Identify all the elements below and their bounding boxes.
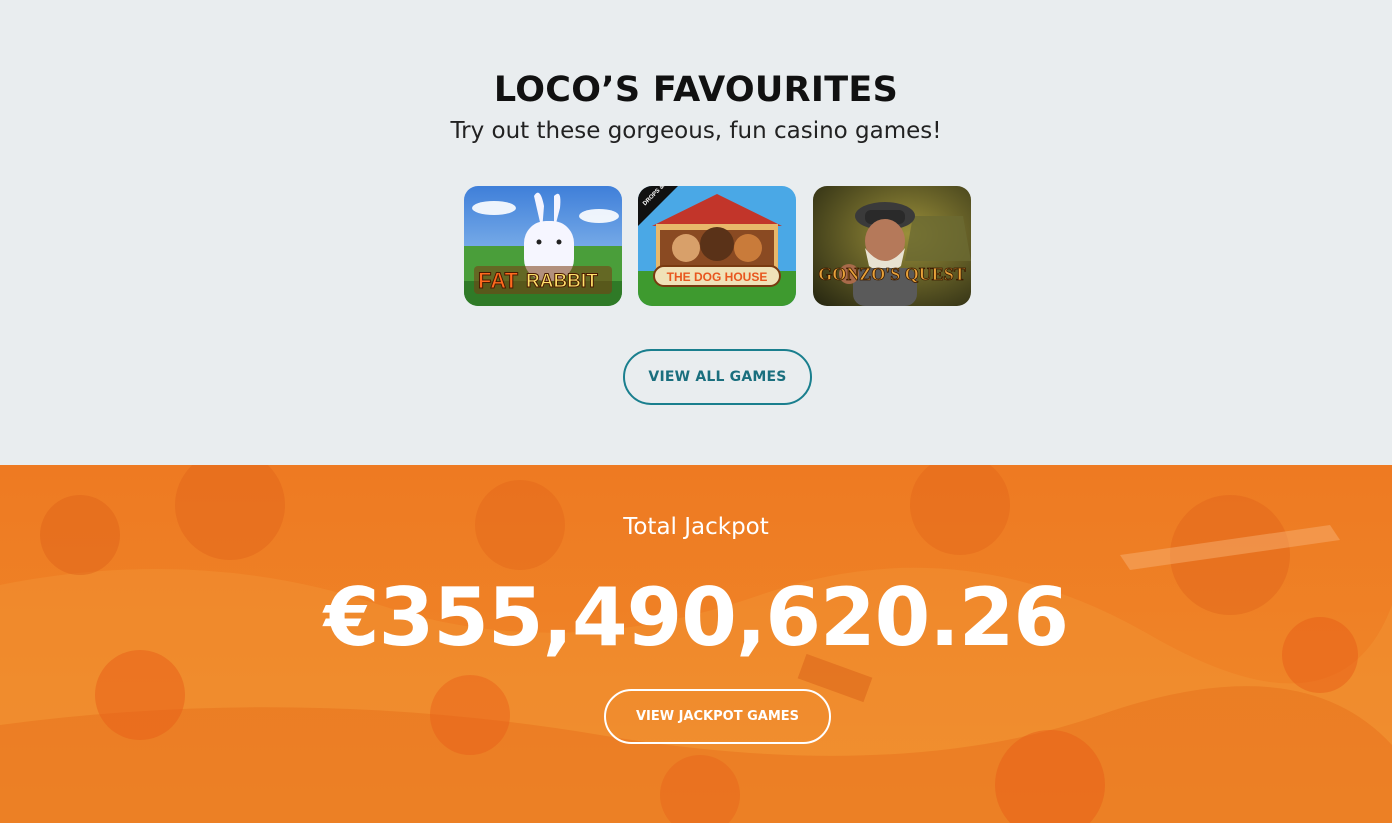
view-all-games-button[interactable]: VIEW ALL GAMES bbox=[623, 349, 812, 405]
game-tile-fat-rabbit[interactable]: FAT RABBIT bbox=[464, 186, 622, 306]
svg-text:FAT: FAT bbox=[478, 268, 518, 293]
fat-rabbit-thumbnail: FAT RABBIT bbox=[464, 186, 622, 306]
game-tile-gonzos-quest[interactable]: GONZO'S QUEST bbox=[813, 186, 971, 306]
favourites-subtitle: Try out these gorgeous, fun casino games… bbox=[450, 118, 942, 144]
favourites-title: LOCO’S FAVOURITES bbox=[493, 70, 899, 110]
jackpot-label: Total Jackpot bbox=[623, 514, 769, 540]
favourites-section: LOCO’S FAVOURITES Try out these gorgeous… bbox=[0, 0, 1392, 465]
svg-text:THE DOG HOUSE: THE DOG HOUSE bbox=[667, 270, 768, 284]
dog-house-thumbnail: DROPS & WINS THE DOG HOUSE bbox=[638, 186, 796, 306]
view-jackpot-games-button[interactable]: VIEW JACKPOT GAMES bbox=[604, 689, 831, 744]
game-tile-the-dog-house[interactable]: DROPS & WINS THE DOG HOUSE bbox=[638, 186, 796, 306]
jackpot-section: Total Jackpot €355,490,620.26 VIEW JACKP… bbox=[0, 465, 1392, 823]
jackpot-amount: €355,490,620.26 bbox=[323, 571, 1069, 664]
gonzos-quest-thumbnail: GONZO'S QUEST bbox=[813, 186, 971, 306]
svg-text:RABBIT: RABBIT bbox=[526, 271, 598, 292]
svg-text:GONZO'S QUEST: GONZO'S QUEST bbox=[818, 264, 966, 284]
